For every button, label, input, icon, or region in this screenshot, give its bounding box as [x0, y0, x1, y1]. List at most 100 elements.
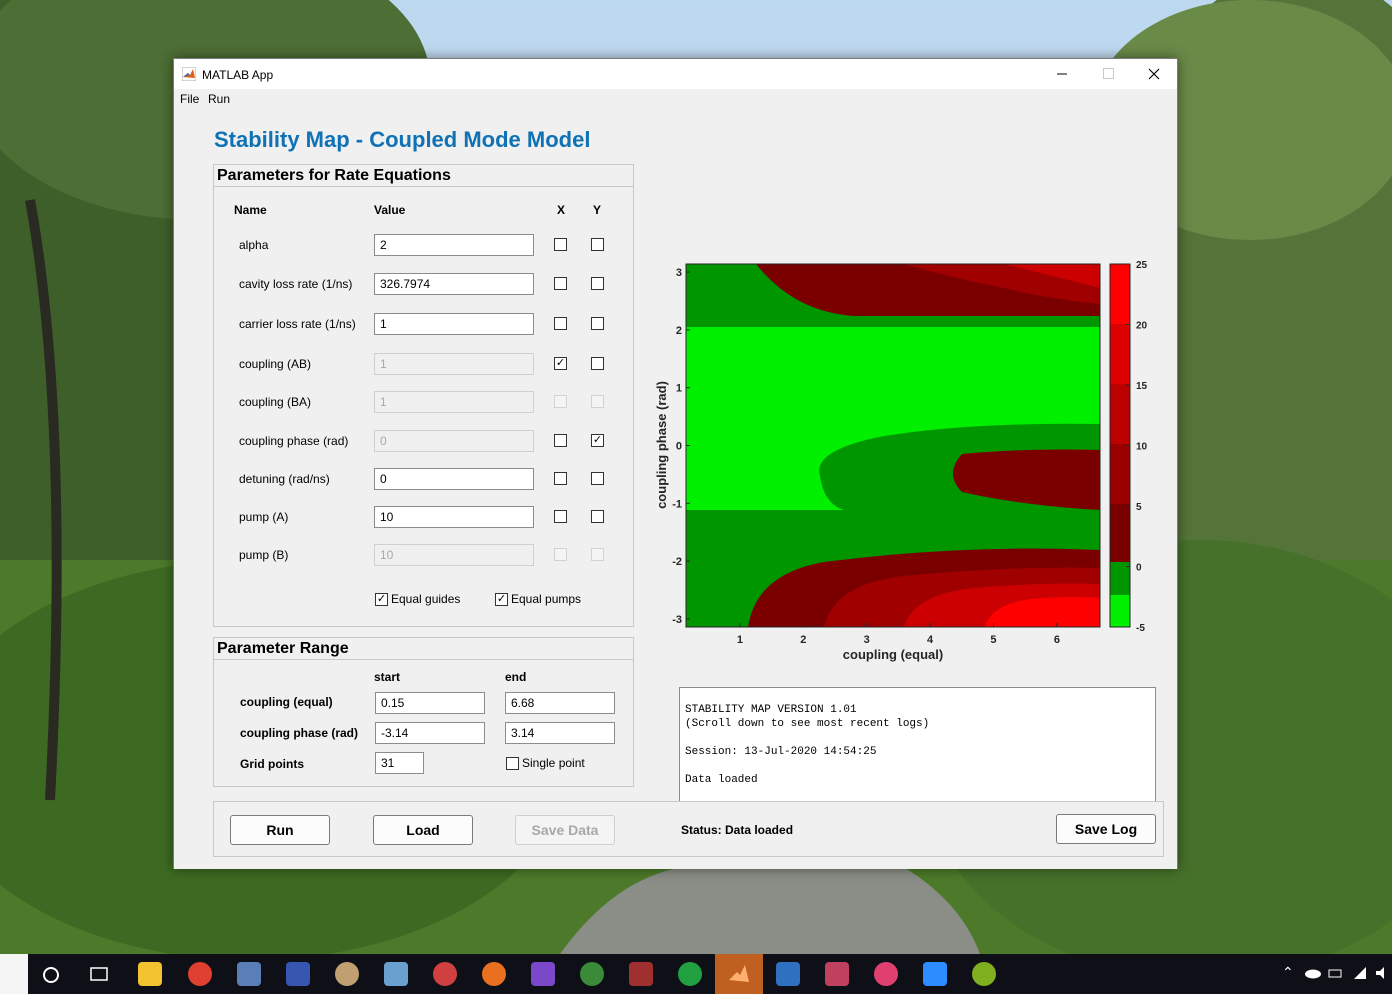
- x-axis-label: coupling (equal): [843, 647, 943, 662]
- app-icon-4[interactable]: [286, 962, 310, 986]
- taskbar: ⌃: [0, 954, 1392, 994]
- y-tick-label: 2: [676, 325, 682, 337]
- param-label-pump-a: pump (A): [239, 510, 289, 524]
- param-x-checkbox-cavity-loss-rate-1-ns[interactable]: [554, 277, 567, 290]
- title-bar: MATLAB App: [174, 59, 1177, 89]
- single-point-checkbox[interactable]: [506, 757, 519, 770]
- colorbar-tick-label: 20: [1136, 321, 1148, 332]
- param-label-detuning-rad-ns: detuning (rad/ns): [239, 472, 330, 486]
- range-coupling-start-input[interactable]: [375, 692, 485, 714]
- param-input-carrier-loss-rate-1-ns[interactable]: [374, 313, 534, 335]
- range-coupling-end-input[interactable]: [505, 692, 615, 714]
- param-y-checkbox-alpha[interactable]: [591, 238, 604, 251]
- grid-points-input[interactable]: [375, 752, 424, 774]
- app-icon-7[interactable]: [433, 962, 457, 986]
- param-y-checkbox-cavity-loss-rate-1-ns[interactable]: [591, 277, 604, 290]
- equal-guides-checkbox[interactable]: ✓: [375, 593, 388, 606]
- param-x-checkbox-coupling-ba[interactable]: [554, 395, 567, 408]
- param-x-checkbox-carrier-loss-rate-1-ns[interactable]: [554, 317, 567, 330]
- param-label-carrier-loss-rate-1-ns: carrier loss rate (1/ns): [239, 317, 356, 331]
- param-input-pump-b[interactable]: [374, 544, 534, 566]
- param-input-coupling-phase-rad[interactable]: [374, 430, 534, 452]
- action-bar: Run Load Save Data Status: Data loaded S…: [213, 801, 1164, 857]
- menu-file[interactable]: File: [180, 92, 199, 106]
- matlab-taskbar-button[interactable]: [715, 954, 763, 994]
- chrome-icon[interactable]: [188, 962, 212, 986]
- volume-icon[interactable]: [1374, 965, 1390, 981]
- menu-bar: File Run: [174, 89, 1177, 109]
- param-label-cavity-loss-rate-1-ns: cavity loss rate (1/ns): [239, 277, 353, 291]
- param-input-cavity-loss-rate-1-ns[interactable]: [374, 273, 534, 295]
- param-input-coupling-ba[interactable]: [374, 391, 534, 413]
- param-input-alpha[interactable]: [374, 234, 534, 256]
- equal-pumps-label: Equal pumps: [511, 592, 582, 606]
- app-icon-12[interactable]: [678, 962, 702, 986]
- param-input-pump-a[interactable]: [374, 506, 534, 528]
- param-y-checkbox-coupling-phase-rad[interactable]: ✓: [591, 434, 604, 447]
- app-window: MATLAB App File Run Stability Map - Coup…: [173, 58, 1178, 869]
- heatmap-regions: [686, 264, 1100, 627]
- itunes-icon[interactable]: [874, 962, 898, 986]
- param-y-checkbox-carrier-loss-rate-1-ns[interactable]: [591, 317, 604, 330]
- range-phase-start-input[interactable]: [375, 722, 485, 744]
- param-x-checkbox-pump-b[interactable]: [554, 548, 567, 561]
- run-button[interactable]: Run: [230, 815, 330, 845]
- paint-icon[interactable]: [335, 962, 359, 986]
- y-tick-label: -1: [672, 498, 682, 510]
- param-x-checkbox-pump-a[interactable]: [554, 510, 567, 523]
- app-title: Stability Map - Coupled Mode Model: [214, 127, 591, 152]
- app-icon-6[interactable]: [384, 962, 408, 986]
- calculator-icon[interactable]: [237, 962, 261, 986]
- range-phase-label: coupling phase (rad): [240, 726, 359, 740]
- jupyter-icon[interactable]: [482, 962, 506, 986]
- y-tick-label: 1: [676, 383, 682, 395]
- close-icon: [1148, 68, 1160, 80]
- x-tick-label: 1: [737, 634, 743, 646]
- param-y-checkbox-pump-a[interactable]: [591, 510, 604, 523]
- light-green-band-top: [686, 327, 1100, 411]
- param-x-checkbox-detuning-rad-ns[interactable]: [554, 472, 567, 485]
- status-text: Status: Data loaded: [681, 823, 794, 837]
- network-app-icon[interactable]: [776, 962, 800, 986]
- save-log-button[interactable]: Save Log: [1056, 814, 1156, 844]
- visual-studio-icon[interactable]: [531, 962, 555, 986]
- load-button[interactable]: Load: [373, 815, 473, 845]
- header-y: Y: [593, 203, 602, 217]
- param-y-checkbox-coupling-ba[interactable]: [591, 395, 604, 408]
- range-end-header: end: [505, 670, 527, 684]
- param-input-coupling-ab[interactable]: [374, 353, 534, 375]
- param-y-checkbox-pump-b[interactable]: [591, 548, 604, 561]
- save-data-button[interactable]: Save Data: [515, 815, 615, 845]
- param-x-checkbox-coupling-phase-rad[interactable]: [554, 434, 567, 447]
- param-label-coupling-ba: coupling (BA): [239, 395, 312, 409]
- colorbar-tick-label: 5: [1136, 502, 1142, 513]
- param-x-checkbox-coupling-ab[interactable]: ✓: [554, 357, 567, 370]
- maximize-button[interactable]: [1085, 59, 1131, 89]
- onedrive-cloud-icon[interactable]: [1304, 967, 1322, 979]
- zoom-icon[interactable]: [923, 962, 947, 986]
- minimize-button[interactable]: [1039, 59, 1085, 89]
- show-hidden-icons-chevron-icon[interactable]: ⌃: [1282, 964, 1294, 981]
- menu-run[interactable]: Run: [208, 92, 230, 106]
- param-y-checkbox-detuning-rad-ns[interactable]: [591, 472, 604, 485]
- task-view-icon[interactable]: [89, 965, 109, 983]
- cortana-icon[interactable]: [40, 964, 62, 986]
- start-button[interactable]: [0, 954, 28, 994]
- file-explorer-icon[interactable]: [138, 962, 162, 986]
- x-tick-label: 6: [1054, 634, 1060, 646]
- param-x-checkbox-alpha[interactable]: [554, 238, 567, 251]
- battery-icon[interactable]: [1328, 966, 1344, 980]
- colorbar-tick-label: -5: [1136, 623, 1145, 634]
- param-input-detuning-rad-ns[interactable]: [374, 468, 534, 490]
- app-icon-15[interactable]: [825, 962, 849, 986]
- android-studio-icon[interactable]: [580, 962, 604, 986]
- equal-guides-label: Equal guides: [391, 592, 461, 606]
- colorbar-tick-label: 15: [1136, 381, 1148, 392]
- app-icon-18[interactable]: [972, 962, 996, 986]
- equal-pumps-checkbox[interactable]: ✓: [495, 593, 508, 606]
- wifi-icon[interactable]: [1352, 965, 1368, 981]
- app-icon-11[interactable]: [629, 962, 653, 986]
- param-y-checkbox-coupling-ab[interactable]: [591, 357, 604, 370]
- close-button[interactable]: [1131, 59, 1177, 89]
- range-phase-end-input[interactable]: [505, 722, 615, 744]
